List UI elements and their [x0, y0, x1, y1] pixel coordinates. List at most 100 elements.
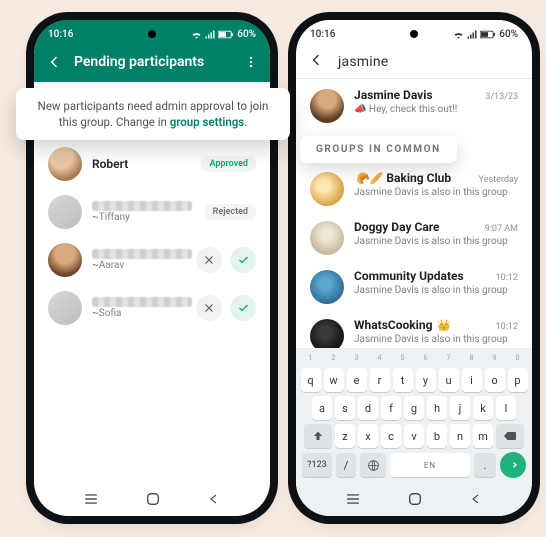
participant-row[interactable]: Robert Approved	[34, 140, 270, 188]
back-icon[interactable]	[46, 54, 62, 70]
wifi-icon	[191, 30, 202, 39]
contact-result[interactable]: Jasmine Davis 3/13/23 📣 Hey, check this …	[296, 81, 532, 130]
battery-pct: 60%	[499, 29, 518, 40]
group-name: Doggy Day Care	[354, 220, 440, 234]
nav-recents-icon[interactable]	[84, 493, 98, 505]
key[interactable]: i	[462, 368, 482, 392]
participant-row[interactable]: ~Sofia	[34, 284, 270, 332]
key[interactable]: y	[416, 368, 436, 392]
key[interactable]: f	[381, 396, 401, 420]
timestamp: Yesterday	[479, 175, 518, 185]
key[interactable]: j	[450, 396, 470, 420]
more-icon[interactable]	[244, 54, 258, 70]
group-row[interactable]: Community Updates 10:12 Jasmine Davis is…	[296, 262, 532, 311]
key[interactable]: g	[404, 396, 424, 420]
approve-button[interactable]	[230, 295, 256, 321]
key[interactable]: l	[496, 396, 516, 420]
reject-button[interactable]	[196, 247, 222, 273]
key[interactable]: b	[427, 424, 447, 448]
avatar	[310, 89, 344, 123]
key[interactable]: v	[404, 424, 424, 448]
participant-alias: ~Tiffany	[92, 212, 195, 223]
symbols-key[interactable]: ?123	[302, 453, 332, 477]
search-header: jasmine	[296, 46, 532, 78]
participant-alias: ~Aarav	[92, 260, 186, 271]
send-key[interactable]	[500, 452, 526, 478]
nav-recents-icon[interactable]	[346, 493, 360, 505]
timestamp: 3/13/23	[485, 92, 518, 102]
key[interactable]: k	[473, 396, 493, 420]
key[interactable]: r	[370, 368, 390, 392]
tooltip-suffix: .	[244, 115, 247, 129]
group-name: Community Updates	[354, 269, 464, 283]
group-name: WhatsCooking 👑	[354, 318, 451, 332]
contact-status: 📣 Hey, check this out!!	[354, 104, 518, 115]
keyboard: 1234567890 q w e r t y u i o p a s d f g…	[296, 348, 532, 488]
nav-back-icon[interactable]	[208, 492, 220, 506]
group-row[interactable]: 🥐🥖 Baking Club Yesterday Jasmine Davis i…	[296, 164, 532, 213]
key[interactable]: s	[335, 396, 355, 420]
app-header: Pending participants	[34, 46, 270, 82]
participant-alias: ~Sofia	[92, 308, 186, 319]
nav-back-icon[interactable]	[470, 492, 482, 506]
key[interactable]: m	[473, 424, 493, 448]
search-input[interactable]: jasmine	[338, 54, 388, 70]
participant-row[interactable]: ~Tiffany Rejected	[34, 188, 270, 236]
key[interactable]: h	[427, 396, 447, 420]
key[interactable]: a	[312, 396, 332, 420]
group-subtext: Jasmine Davis is also in this group	[354, 285, 518, 296]
key[interactable]: u	[439, 368, 459, 392]
key[interactable]: o	[485, 368, 505, 392]
participant-row[interactable]: ~Aarav	[34, 236, 270, 284]
key[interactable]: p	[508, 368, 528, 392]
wifi-icon	[453, 30, 464, 39]
camera-cutout	[410, 30, 418, 38]
status-badge: Rejected	[205, 204, 256, 220]
key[interactable]: d	[358, 396, 378, 420]
key[interactable]: x	[358, 424, 378, 448]
group-subtext: Jasmine Davis is also in this group	[354, 334, 518, 345]
keyboard-number-hints: 1234567890	[300, 352, 528, 364]
avatar	[310, 172, 344, 206]
slash-key[interactable]: /	[336, 453, 356, 477]
group-settings-link[interactable]: group settings	[170, 115, 244, 129]
globe-key[interactable]	[360, 453, 386, 477]
participant-phone-blurred	[92, 201, 192, 211]
backspace-key[interactable]	[496, 424, 524, 448]
nav-home-icon[interactable]	[146, 492, 160, 506]
status-badge: Approved	[201, 156, 256, 172]
key[interactable]: e	[347, 368, 367, 392]
timestamp: 10:12	[496, 322, 518, 332]
back-icon[interactable]	[308, 52, 324, 72]
reject-button[interactable]	[196, 295, 222, 321]
period-key[interactable]: .	[474, 453, 496, 477]
key[interactable]: t	[393, 368, 413, 392]
key[interactable]: c	[381, 424, 401, 448]
key[interactable]: q	[301, 368, 321, 392]
participant-phone-blurred	[92, 297, 192, 307]
participant-name: Robert	[92, 157, 191, 171]
clock: 10:16	[48, 29, 73, 40]
clock: 10:16	[310, 29, 335, 40]
space-key[interactable]: EN	[390, 453, 470, 477]
battery-icon	[218, 30, 234, 39]
avatar	[48, 243, 82, 277]
group-row[interactable]: Doggy Day Care 9:07 AM Jasmine Davis is …	[296, 213, 532, 262]
avatar	[48, 291, 82, 325]
system-navbar	[296, 488, 532, 516]
group-name: 🥐🥖 Baking Club	[354, 171, 451, 185]
key[interactable]: n	[450, 424, 470, 448]
contact-name: Jasmine Davis	[354, 88, 433, 102]
system-navbar	[34, 488, 270, 516]
signal-icon	[467, 30, 477, 39]
battery-pct: 60%	[237, 29, 256, 40]
nav-home-icon[interactable]	[408, 492, 422, 506]
camera-cutout	[148, 30, 156, 38]
key[interactable]: z	[335, 424, 355, 448]
approve-button[interactable]	[230, 247, 256, 273]
info-tooltip: New participants need admin approval to …	[16, 88, 290, 140]
avatar	[48, 147, 82, 181]
avatar	[310, 221, 344, 255]
shift-key[interactable]	[304, 424, 332, 448]
key[interactable]: w	[324, 368, 344, 392]
